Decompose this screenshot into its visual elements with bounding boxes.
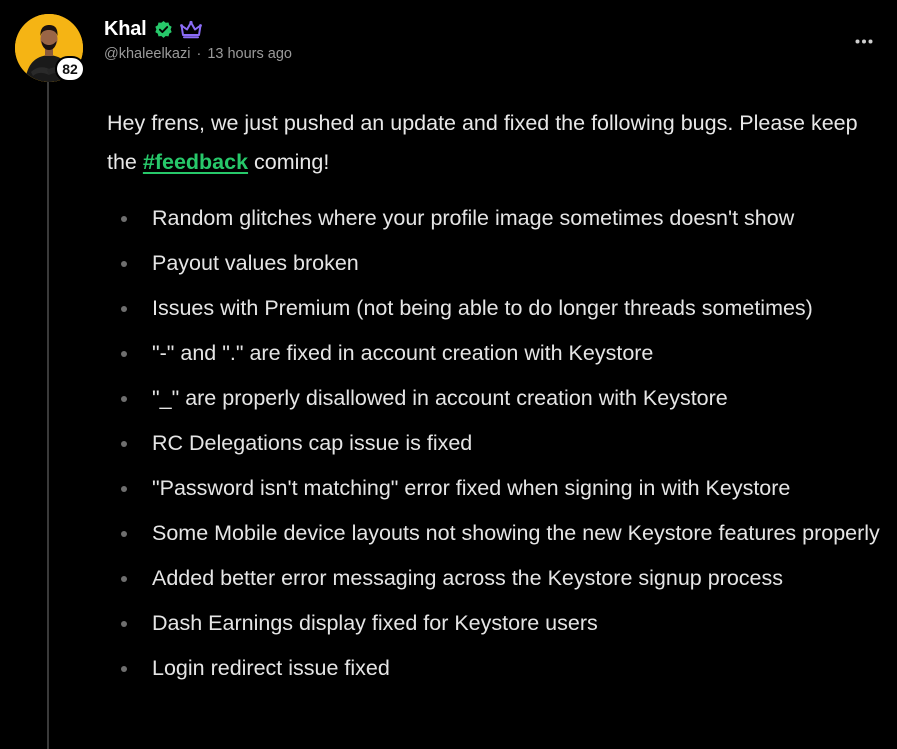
list-item: RC Delegations cap issue is fixed bbox=[107, 423, 887, 463]
list-item: "Password isn't matching" error fixed wh… bbox=[107, 468, 887, 508]
list-item: "-" and "." are fixed in account creatio… bbox=[107, 333, 887, 373]
post-body: Hey frens, we just pushed an update and … bbox=[107, 104, 887, 693]
verified-check-icon bbox=[154, 20, 173, 39]
reputation-badge: 82 bbox=[55, 56, 85, 82]
list-item: Issues with Premium (not being able to d… bbox=[107, 288, 887, 328]
more-options-button[interactable] bbox=[850, 30, 878, 52]
list-item: Some Mobile device layouts not showing t… bbox=[107, 513, 887, 553]
author-meta: @khaleelkazi · 13 hours ago bbox=[104, 46, 292, 62]
list-item: Payout values broken bbox=[107, 243, 887, 283]
author-display-name[interactable]: Khal bbox=[104, 18, 147, 41]
author-name-row: Khal bbox=[104, 16, 202, 42]
list-item: Login redirect issue fixed bbox=[107, 648, 887, 688]
list-item: "_" are properly disallowed in account c… bbox=[107, 378, 887, 418]
more-horizontal-icon bbox=[855, 39, 873, 43]
crown-icon bbox=[179, 20, 202, 39]
meta-separator: · bbox=[196, 46, 202, 62]
list-item: Random glitches where your profile image… bbox=[107, 198, 887, 238]
author-handle[interactable]: @khaleelkazi bbox=[104, 46, 190, 62]
post-intro: Hey frens, we just pushed an update and … bbox=[107, 104, 887, 182]
list-item: Dash Earnings display fixed for Keystore… bbox=[107, 603, 887, 643]
hashtag-link[interactable]: #feedback bbox=[143, 150, 248, 174]
thread-line bbox=[47, 80, 49, 749]
intro-text-after: coming! bbox=[248, 150, 330, 174]
post-timestamp[interactable]: 13 hours ago bbox=[207, 46, 292, 62]
bug-fix-list: Random glitches where your profile image… bbox=[107, 198, 887, 688]
list-item: Added better error messaging across the … bbox=[107, 558, 887, 598]
